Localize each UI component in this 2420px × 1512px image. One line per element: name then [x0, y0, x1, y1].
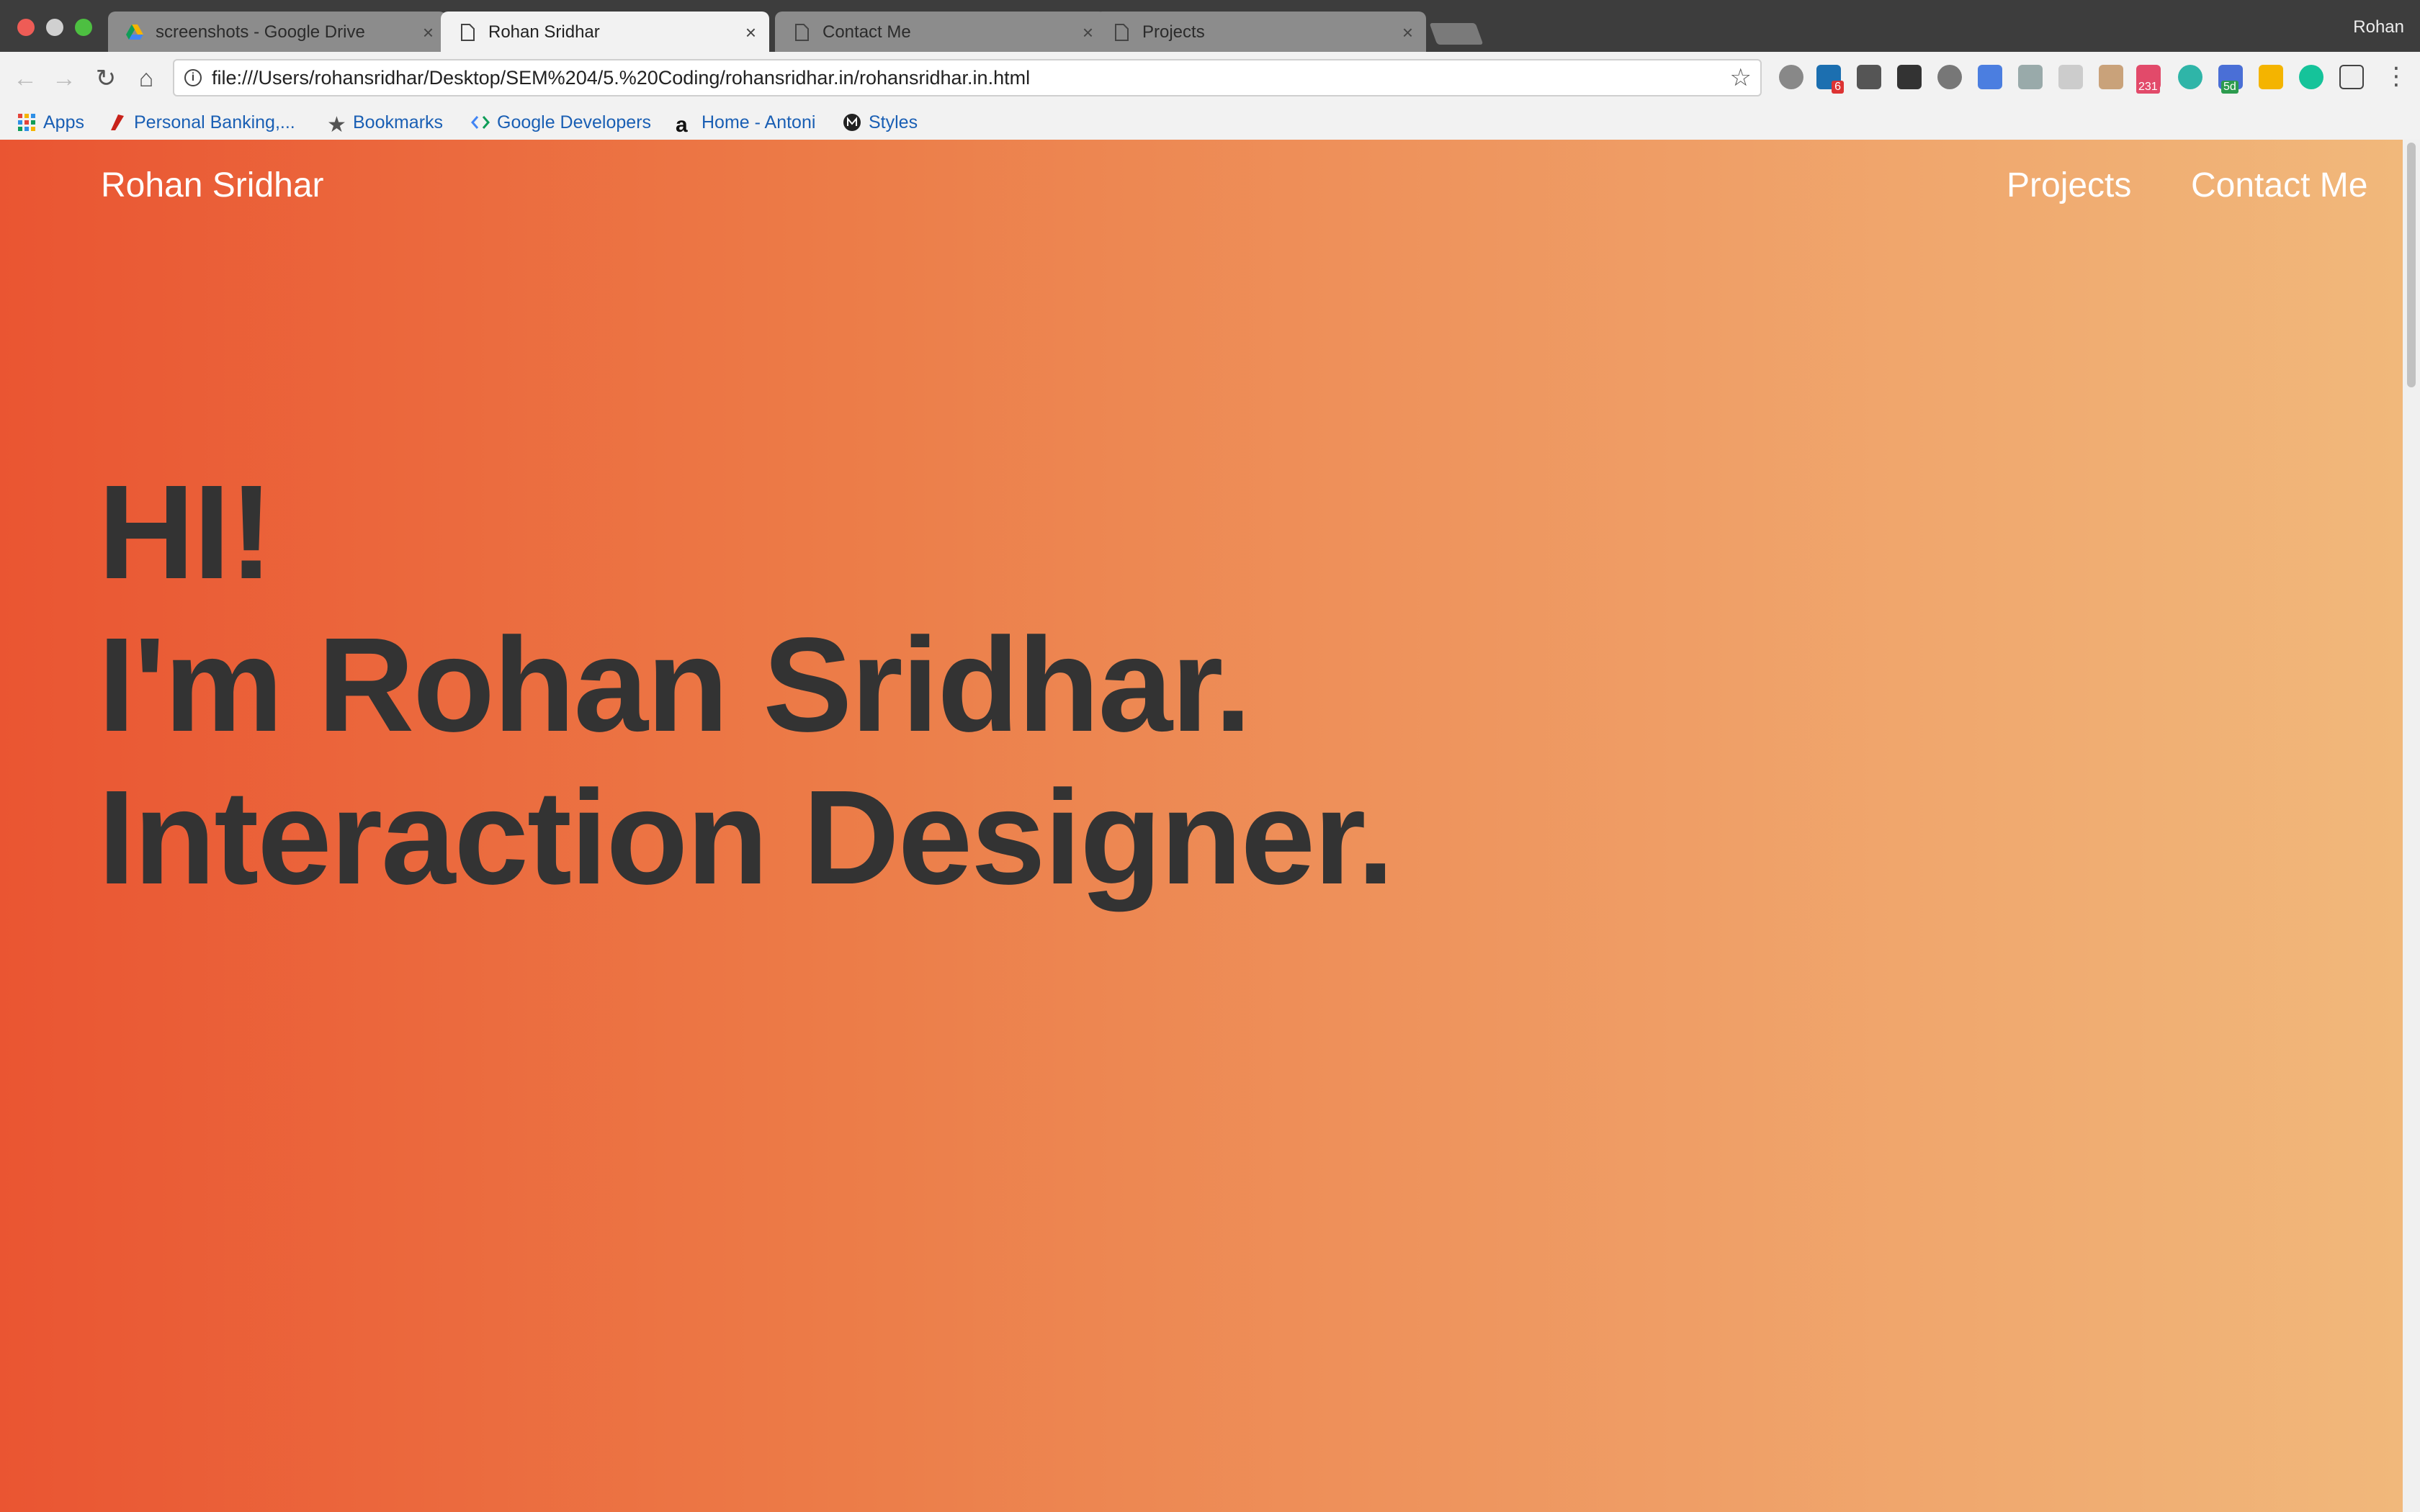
- bookmark-apps[interactable]: Apps: [17, 109, 84, 135]
- hero-heading: HI! I'm Rohan Sridhar. Interaction Desig…: [98, 456, 1394, 914]
- bookmark-label: Google Developers: [497, 112, 652, 132]
- page-scrollbar[interactable]: [2403, 140, 2420, 1512]
- tab-title: Rohan Sridhar: [488, 22, 600, 42]
- browser-toolbar: ← → ↻ ⌂ i file:///Users/rohansridhar/Des…: [0, 52, 2420, 105]
- reload-button[interactable]: ↻: [91, 63, 121, 94]
- hero-line-greeting: HI!: [98, 458, 274, 607]
- minimize-window-button[interactable]: [46, 19, 63, 36]
- lightbulb-extension-icon[interactable]: [1779, 65, 1803, 89]
- bookmark-label: Home - Antoni: [702, 112, 816, 132]
- bookmark-label: Apps: [43, 112, 84, 132]
- film-extension-icon[interactable]: [1897, 65, 1922, 89]
- page-icon: [461, 24, 475, 41]
- address-bar[interactable]: i file:///Users/rohansridhar/Desktop/SEM…: [173, 59, 1762, 96]
- bookmark-star-icon[interactable]: ☆: [1730, 63, 1752, 92]
- close-window-button[interactable]: [17, 19, 35, 36]
- browser-titlebar: screenshots - Google Drive × Projects × …: [0, 0, 2420, 52]
- bookmark-label: Bookmarks: [353, 112, 444, 132]
- drive-extension-icon[interactable]: [2259, 65, 2283, 89]
- tab-title: Contact Me: [823, 22, 911, 42]
- bookmark-styles[interactable]: Styles: [843, 109, 918, 135]
- close-icon[interactable]: ×: [1402, 12, 1413, 52]
- menu-icon[interactable]: ⋮: [2384, 62, 2408, 91]
- a-logo-icon: a: [676, 113, 688, 137]
- star-icon: ★: [327, 113, 346, 137]
- nav-contact-link[interactable]: Contact Me: [2191, 166, 2367, 205]
- bookmark-google-developers[interactable]: Google Developers: [471, 109, 651, 135]
- bookmark-label: Personal Banking,...: [134, 112, 295, 132]
- home-button[interactable]: ⌂: [131, 63, 161, 94]
- tab-contact-me[interactable]: Contact Me ×: [775, 12, 1106, 52]
- new-tab-button[interactable]: [1429, 23, 1484, 45]
- profile-name[interactable]: Rohan: [2353, 17, 2404, 37]
- tab-title: Projects: [1142, 22, 1205, 42]
- page-icon: [1115, 24, 1129, 41]
- close-icon[interactable]: ×: [423, 12, 434, 52]
- tasks-extension-icon[interactable]: 5d: [2218, 65, 2243, 94]
- calendar-extension-icon[interactable]: 231: [2136, 65, 2161, 94]
- linkedin-badge: 6: [1832, 81, 1844, 94]
- chat-extension-icon[interactable]: [1937, 65, 1962, 89]
- eyedropper-extension-icon[interactable]: [2099, 65, 2123, 89]
- url-text: file:///Users/rohansridhar/Desktop/SEM%2…: [212, 67, 1031, 89]
- google-developers-icon: [471, 116, 490, 129]
- tab-google-drive[interactable]: screenshots - Google Drive ×: [108, 12, 447, 52]
- tasks-badge: 5d: [2221, 81, 2238, 94]
- close-icon[interactable]: ×: [1083, 12, 1093, 52]
- tab-title: screenshots - Google Drive: [156, 22, 365, 42]
- tab-projects[interactable]: Projects ×: [1095, 12, 1426, 52]
- bookmark-home-antoni[interactable]: a Home - Antoni: [676, 109, 816, 137]
- bookmarks-bar: Apps Personal Banking,... ★ Bookmarks Goo…: [0, 105, 2420, 140]
- info-icon[interactable]: i: [184, 69, 202, 86]
- page-icon: [795, 24, 809, 41]
- scrollbar-thumb[interactable]: [2407, 143, 2416, 387]
- calendar-badge: 231: [2136, 81, 2160, 94]
- close-icon[interactable]: ×: [745, 12, 756, 52]
- grammarly-extension-icon[interactable]: [2299, 65, 2323, 89]
- back-button[interactable]: ←: [10, 63, 40, 94]
- camera-extension-icon[interactable]: [2058, 65, 2083, 89]
- bank-icon: [111, 114, 124, 130]
- tab-rohan-sridhar[interactable]: Rohan Sridhar ×: [441, 12, 769, 52]
- keep-extension-icon[interactable]: [1857, 65, 1881, 89]
- google-drive-icon: [126, 24, 143, 40]
- hero-line-role: Interaction Designer.: [98, 763, 1394, 912]
- bookmark-bookmarks-folder[interactable]: ★ Bookmarks: [327, 109, 444, 137]
- bookmark-label: Styles: [869, 112, 918, 132]
- linkedin-extension-icon[interactable]: 6: [1816, 65, 1844, 94]
- forward-button[interactable]: →: [49, 63, 79, 94]
- web-page: Rohan Sridhar Projects Contact Me HI! I'…: [0, 140, 2403, 1512]
- medium-icon: [843, 114, 861, 131]
- hero-line-name: I'm Rohan Sridhar.: [98, 611, 1252, 760]
- round-teal-extension-icon[interactable]: [2178, 65, 2202, 89]
- translate-extension-icon[interactable]: [1978, 65, 2002, 89]
- bookmark-personal-banking[interactable]: Personal Banking,...: [108, 109, 295, 135]
- nav-projects-link[interactable]: Projects: [2007, 166, 2131, 205]
- font-extension-icon[interactable]: [2339, 65, 2364, 89]
- site-brand[interactable]: Rohan Sridhar: [101, 166, 324, 205]
- maximize-window-button[interactable]: [75, 19, 92, 36]
- apps-grid-icon: [18, 114, 35, 131]
- wallet-extension-icon[interactable]: [2018, 65, 2043, 89]
